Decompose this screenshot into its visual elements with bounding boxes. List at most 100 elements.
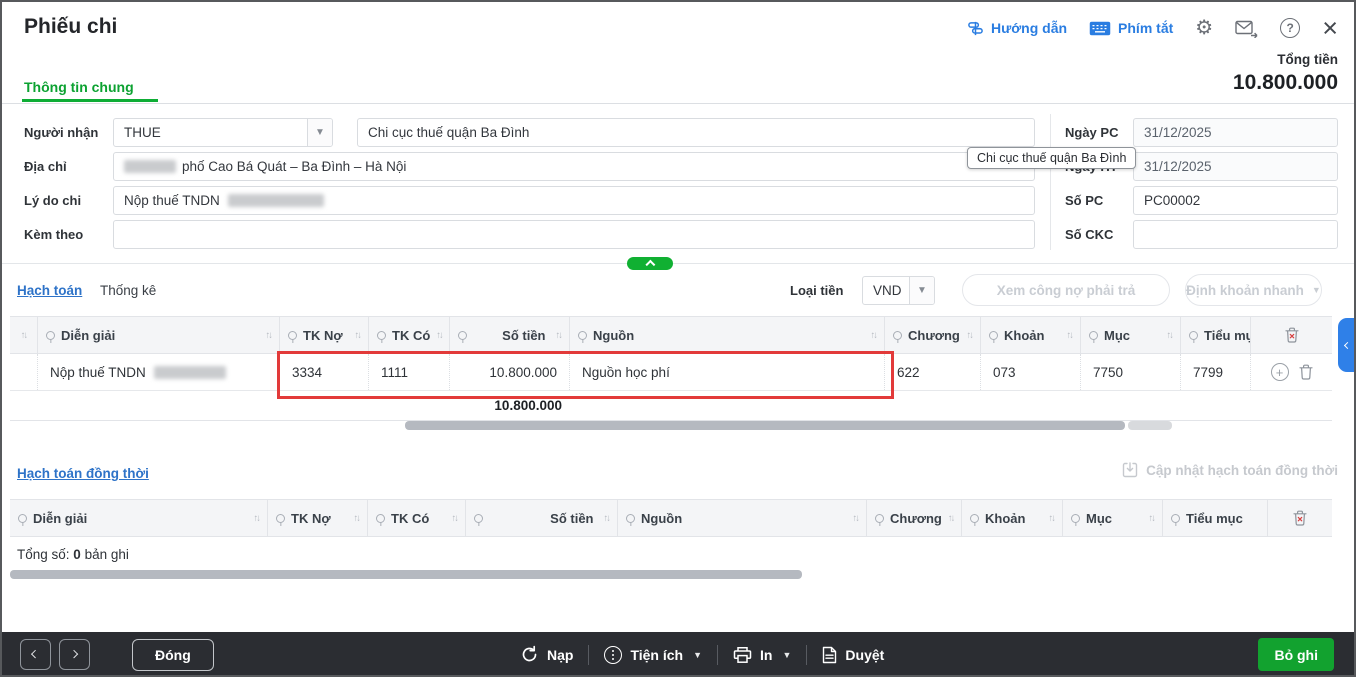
- column-header-row-sort[interactable]: [10, 317, 38, 353]
- ngay-pc-input[interactable]: 31/12/2025: [1133, 118, 1338, 147]
- help-icon[interactable]: ?: [1280, 18, 1300, 38]
- chevron-down-icon[interactable]: ▼: [307, 119, 332, 146]
- column-header-delete-all[interactable]: [1268, 500, 1332, 536]
- dia-chi-input[interactable]: phố Cao Bá Quát – Ba Đình – Hà Nội: [113, 152, 1035, 181]
- pin-icon[interactable]: [276, 514, 285, 523]
- accounting-table-total-row: 10.800.000: [10, 391, 1332, 421]
- cell-tieu-muc[interactable]: 7799: [1181, 354, 1251, 390]
- pin-icon[interactable]: [458, 331, 467, 340]
- column-header-dien-giai[interactable]: Diễn giải: [38, 317, 280, 353]
- kem-theo-input[interactable]: [113, 220, 1035, 249]
- pin-icon[interactable]: [377, 331, 386, 340]
- column-header-dien-giai[interactable]: Diễn giải: [10, 500, 268, 536]
- pin-icon[interactable]: [989, 331, 998, 340]
- print-button[interactable]: In ▼: [733, 646, 791, 664]
- cell-row-selector[interactable]: [10, 354, 38, 390]
- cell-dien-giai[interactable]: Nộp thuế TNDN: [38, 354, 280, 390]
- tab-hach-toan[interactable]: Hạch toán: [17, 283, 82, 298]
- chevron-down-icon: ▼: [782, 650, 791, 660]
- tab-general-info[interactable]: Thông tin chung: [24, 79, 134, 95]
- nguoi-nhan-name-input[interactable]: Chi cục thuế quận Ba Đình: [357, 118, 1035, 147]
- column-header-khoan[interactable]: Khoản: [981, 317, 1081, 353]
- so-pc-input[interactable]: PC00002: [1133, 186, 1338, 215]
- pin-icon[interactable]: [1089, 331, 1098, 340]
- close-button[interactable]: Đóng: [132, 639, 214, 671]
- reload-button[interactable]: Nạp: [520, 645, 573, 664]
- guide-link[interactable]: Hướng dẫn: [967, 20, 1067, 37]
- accounting-table: Diễn giải TK Nợ TK Có Số tiền Nguồn Chươ…: [10, 316, 1332, 421]
- column-header-muc[interactable]: Mục: [1081, 317, 1181, 353]
- pin-icon[interactable]: [893, 331, 902, 340]
- pin-icon[interactable]: [578, 331, 587, 340]
- currency-select[interactable]: VND ▼: [862, 276, 935, 305]
- pin-icon[interactable]: [970, 514, 979, 523]
- pin-icon[interactable]: [1071, 514, 1080, 523]
- horizontal-scrollbar-thumb[interactable]: [10, 570, 802, 579]
- column-header-nguon[interactable]: Nguồn: [618, 500, 867, 536]
- sort-icon: [1167, 330, 1173, 341]
- settings-icon[interactable]: ⚙: [1195, 18, 1213, 38]
- mail-icon[interactable]: [1235, 19, 1258, 38]
- column-header-tieu-muc[interactable]: Tiểu mục: [1181, 317, 1251, 353]
- trash-icon[interactable]: [1299, 364, 1313, 380]
- cell-khoan[interactable]: 073: [981, 354, 1081, 390]
- cell-nguon[interactable]: Nguồn học phí: [570, 354, 885, 390]
- tab-thong-ke[interactable]: Thống kê: [100, 283, 156, 298]
- ngay-ht-input[interactable]: 31/12/2025: [1133, 152, 1338, 181]
- view-payables-button[interactable]: Xem công nợ phải trả: [962, 274, 1170, 306]
- column-header-tk-co[interactable]: TK Có: [369, 317, 450, 353]
- record-count-label: Tổng số:: [17, 547, 70, 562]
- column-header-khoan[interactable]: Khoản: [962, 500, 1063, 536]
- pin-icon[interactable]: [1189, 331, 1198, 340]
- pin-icon[interactable]: [18, 514, 27, 523]
- pin-icon[interactable]: [875, 514, 884, 523]
- cell-so-tien[interactable]: 10.800.000: [450, 354, 570, 390]
- shortcut-link[interactable]: Phím tắt: [1089, 20, 1173, 36]
- column-header-tk-no[interactable]: TK Nợ: [268, 500, 368, 536]
- column-header-tk-no[interactable]: TK Nợ: [280, 317, 369, 353]
- footer-separator: [806, 645, 807, 665]
- pin-icon[interactable]: [1171, 514, 1180, 523]
- horizontal-scrollbar-thumb[interactable]: [405, 421, 1125, 430]
- previous-record-button[interactable]: [20, 639, 51, 670]
- quick-entry-button[interactable]: Định khoản nhanh ▼: [1185, 274, 1322, 306]
- collapse-form-button[interactable]: [627, 257, 673, 270]
- next-record-button[interactable]: [59, 639, 90, 670]
- add-row-icon[interactable]: +: [1271, 363, 1289, 381]
- ly-do-chi-input[interactable]: Nộp thuế TNDN: [113, 186, 1035, 215]
- dots-circle-icon: [604, 646, 622, 664]
- column-header-chuong[interactable]: Chương: [885, 317, 981, 353]
- column-header-tieu-muc[interactable]: Tiểu mục: [1163, 500, 1268, 536]
- chevron-down-icon[interactable]: ▼: [909, 277, 934, 304]
- cell-muc[interactable]: 7750: [1081, 354, 1181, 390]
- nguoi-nhan-select[interactable]: THUE ▼: [113, 118, 333, 147]
- column-header-so-tien[interactable]: Số tiền: [450, 317, 570, 353]
- horizontal-scrollbar-track[interactable]: [1128, 421, 1172, 430]
- close-icon[interactable]: ×: [1322, 19, 1338, 37]
- approve-button[interactable]: Duyệt: [822, 646, 884, 664]
- column-header-nguon[interactable]: Nguồn: [570, 317, 885, 353]
- column-header-muc[interactable]: Mục: [1063, 500, 1163, 536]
- side-panel-toggle[interactable]: [1338, 318, 1356, 372]
- currency-label: Loại tiền: [790, 283, 843, 298]
- pin-icon[interactable]: [46, 331, 55, 340]
- so-ckc-input[interactable]: [1133, 220, 1338, 249]
- refresh-icon: [520, 645, 539, 664]
- pin-icon[interactable]: [474, 514, 483, 523]
- cell-chuong[interactable]: 622: [885, 354, 981, 390]
- accounting-table-row[interactable]: Nộp thuế TNDN 3334 1111 10.800.000 Nguồn…: [10, 354, 1332, 391]
- simultaneous-posting-link[interactable]: Hạch toán đồng thời: [17, 466, 149, 481]
- ly-do-chi-value: Nộp thuế TNDN: [124, 193, 220, 208]
- cell-tk-no[interactable]: 3334: [280, 354, 369, 390]
- column-header-tk-co[interactable]: TK Có: [368, 500, 466, 536]
- pin-icon[interactable]: [626, 514, 635, 523]
- column-header-chuong[interactable]: Chương: [867, 500, 962, 536]
- unrecord-button[interactable]: Bỏ ghi: [1258, 638, 1334, 671]
- column-header-so-tien[interactable]: Số tiền: [466, 500, 618, 536]
- pin-icon[interactable]: [376, 514, 385, 523]
- utilities-button[interactable]: Tiện ích ▼: [604, 646, 702, 664]
- cell-tk-co[interactable]: 1111: [369, 354, 450, 390]
- pin-icon[interactable]: [288, 331, 297, 340]
- update-simultaneous-button[interactable]: Cập nhật hạch toán đồng thời: [1122, 462, 1338, 478]
- column-header-delete-all[interactable]: [1251, 317, 1332, 353]
